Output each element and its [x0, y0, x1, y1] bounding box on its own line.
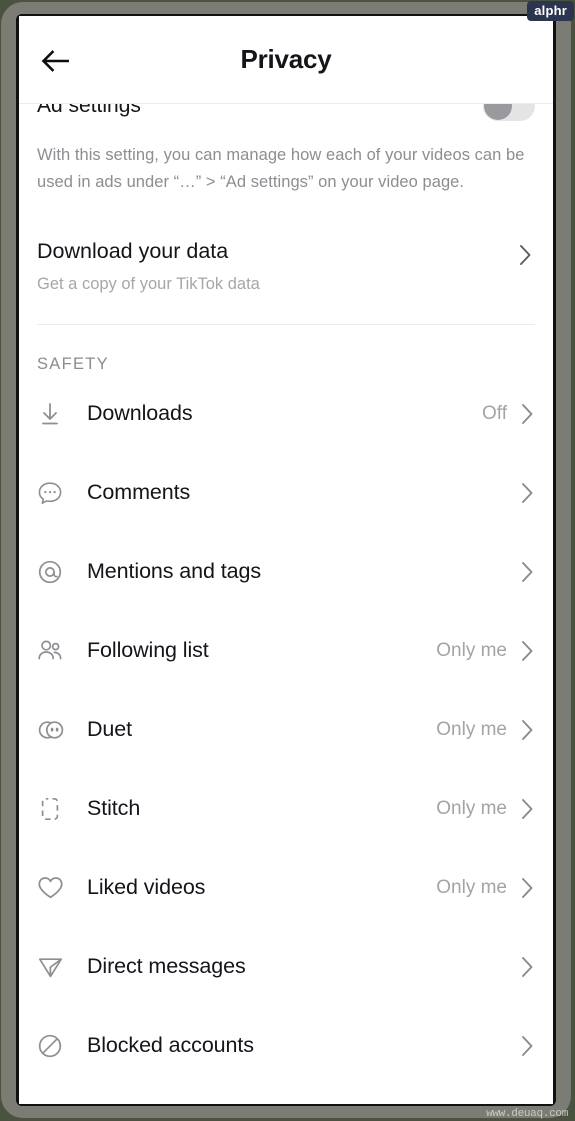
safety-row-duet[interactable]: Duet Only me [37, 690, 535, 769]
site-watermark: www.deuaq.com [486, 1108, 568, 1120]
at-sign-icon [37, 559, 71, 585]
row-value: Only me [436, 876, 507, 898]
ad-settings-description: With this setting, you can manage how ea… [37, 146, 525, 191]
row-label: Blocked accounts [87, 1033, 254, 1058]
chevron-right-icon [518, 243, 533, 267]
row-label: Duet [87, 717, 133, 742]
chevron-right-icon [520, 481, 535, 505]
chevron-right-icon [520, 876, 535, 900]
safety-row-direct-messages[interactable]: Direct messages [37, 927, 535, 1006]
toggle-knob [484, 104, 512, 120]
people-icon [37, 638, 71, 664]
chevron-right-icon [520, 955, 535, 979]
stitch-icon [37, 796, 71, 822]
chevron-right-icon [520, 1034, 535, 1058]
alphr-watermark: alphr [527, 1, 574, 21]
row-label: Comments [87, 480, 191, 505]
row-label: Direct messages [87, 954, 246, 979]
download-icon [37, 401, 71, 427]
page-title: Privacy [240, 44, 332, 74]
safety-section-label: SAFETY [37, 355, 109, 374]
phone-screen: Privacy Ad settings With this setting, y… [19, 16, 553, 1104]
chevron-right-icon [520, 560, 535, 584]
row-label: Stitch [87, 796, 141, 821]
download-your-data-label: Download your data [37, 239, 229, 264]
safety-row-downloads[interactable]: Downloads Off [37, 374, 535, 453]
section-divider [37, 324, 535, 326]
chevron-right-icon [520, 718, 535, 742]
row-label: Mentions and tags [87, 559, 261, 584]
settings-scroll-body: Ad settings With this setting, you can m… [19, 104, 553, 1104]
block-icon [37, 1033, 71, 1059]
safety-row-blocked-accounts[interactable]: Blocked accounts [37, 1006, 535, 1085]
ad-settings-label: Ad settings [37, 104, 141, 117]
safety-row-stitch[interactable]: Stitch Only me [37, 769, 535, 848]
row-label: Downloads [87, 401, 193, 426]
duet-icon [37, 717, 71, 743]
row-label: Liked videos [87, 875, 206, 900]
chevron-right-icon [520, 639, 535, 663]
photo-frame: Privacy Ad settings With this setting, y… [0, 0, 575, 1121]
heart-icon [37, 875, 71, 901]
chevron-right-icon [520, 402, 535, 426]
safety-row-comments[interactable]: Comments [37, 453, 535, 532]
app-header: Privacy [19, 16, 553, 104]
row-value: Only me [436, 797, 507, 819]
send-icon [37, 954, 71, 980]
safety-row-mentions-and-tags[interactable]: Mentions and tags [37, 532, 535, 611]
ad-settings-row[interactable]: Ad settings [37, 104, 535, 126]
row-value: Off [482, 402, 507, 424]
download-your-data-sublabel: Get a copy of your TikTok data [37, 275, 260, 294]
row-value: Only me [436, 718, 507, 740]
download-your-data-row[interactable]: Download your data Get a copy of your Ti… [37, 239, 535, 294]
row-label: Following list [87, 638, 209, 663]
safety-row-liked-videos[interactable]: Liked videos Only me [37, 848, 535, 927]
ad-settings-toggle[interactable] [483, 104, 535, 121]
row-value: Only me [436, 639, 507, 661]
chevron-right-icon [520, 797, 535, 821]
safety-row-following-list[interactable]: Following list Only me [37, 611, 535, 690]
comment-bubble-icon [37, 480, 71, 506]
